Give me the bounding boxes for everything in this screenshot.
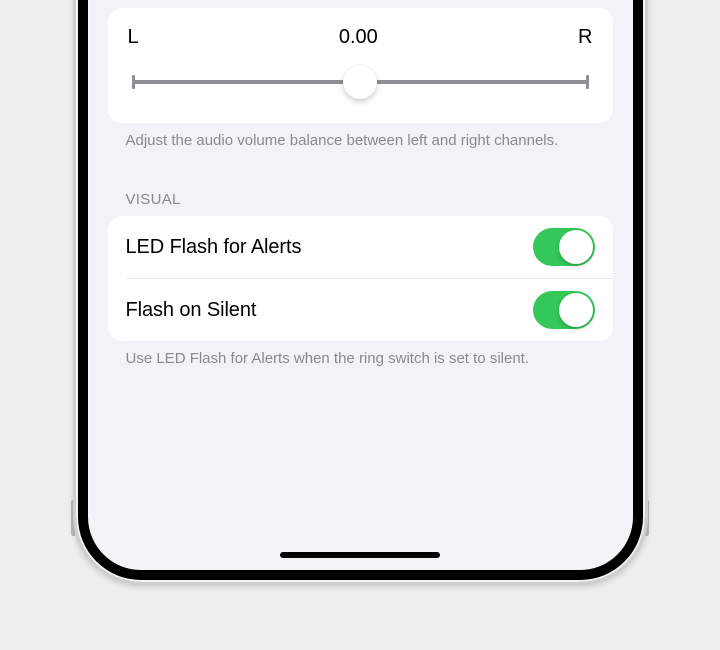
led-flash-label: LED Flash for Alerts	[126, 236, 302, 259]
home-indicator[interactable]	[280, 552, 440, 558]
visual-section-header: VISUAL	[126, 191, 595, 208]
visual-card: LED Flash for Alerts Flash on Silent	[108, 216, 613, 341]
flash-on-silent-toggle[interactable]	[533, 291, 595, 329]
slider-thumb[interactable]	[343, 65, 377, 99]
phone-frame: BALANCE L 0.00 R Adjust the audio volume…	[73, 0, 648, 585]
balance-right-label: R	[578, 26, 592, 49]
settings-screen: BALANCE L 0.00 R Adjust the audio volume…	[90, 0, 631, 568]
flash-on-silent-label: Flash on Silent	[126, 299, 257, 322]
visual-footer: Use LED Flash for Alerts when the ring s…	[126, 349, 595, 369]
balance-value: 0.00	[339, 26, 378, 49]
flash-on-silent-row: Flash on Silent	[126, 278, 613, 341]
balance-labels-row: L 0.00 R	[128, 26, 593, 49]
toggle-knob	[559, 230, 593, 264]
led-flash-row: LED Flash for Alerts	[108, 216, 613, 278]
balance-slider[interactable]	[128, 67, 593, 97]
balance-footer: Adjust the audio volume balance between …	[126, 131, 595, 151]
balance-card: L 0.00 R	[108, 8, 613, 123]
balance-left-label: L	[128, 26, 139, 49]
led-flash-toggle[interactable]	[533, 228, 595, 266]
toggle-knob	[559, 293, 593, 327]
